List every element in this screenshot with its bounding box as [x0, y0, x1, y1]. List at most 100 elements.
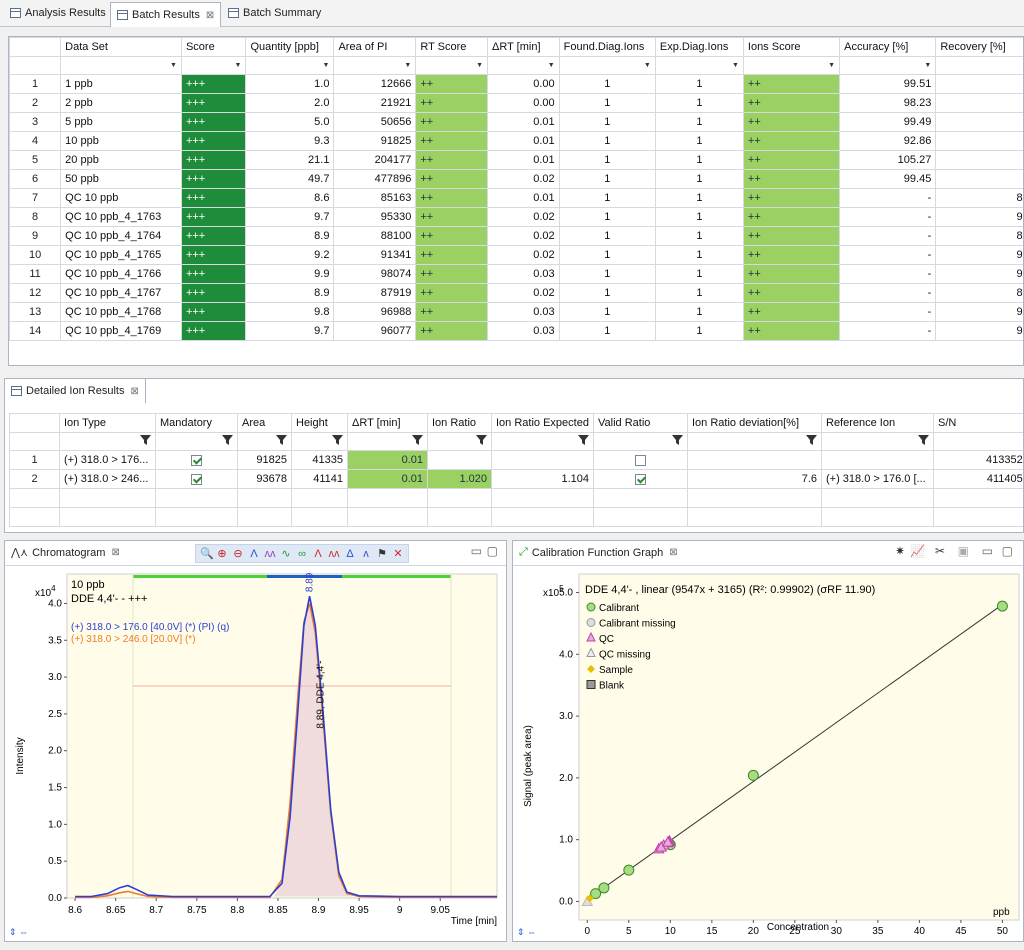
peak-outline-icon[interactable]: Δ	[344, 548, 356, 560]
dropdown-arrow-icon[interactable]: ▼	[924, 62, 931, 69]
filter-icon[interactable]	[672, 435, 683, 448]
peak-multi-icon[interactable]: ʌʌ	[264, 548, 276, 560]
column-filter[interactable]	[347, 432, 428, 451]
checkbox[interactable]	[191, 473, 202, 485]
table-row[interactable]: 520 ppb+++21.1204177++0.0111++105.27-	[9, 150, 1023, 170]
peak-green-icon[interactable]: ∿	[280, 548, 292, 560]
column-filter[interactable]	[59, 432, 156, 451]
table-row[interactable]: 11 QC 10 ppb_4_1766 +++ 9.9 98074 ++ 0.03 1 1 ++ -…	[9, 264, 1023, 284]
table-row[interactable]: 14 QC 10 ppb_4_1769 +++ 9.7 96077 ++ 0.03 1 1 ++ -…	[9, 321, 1023, 341]
filter-icon[interactable]	[476, 435, 487, 448]
table-cell[interactable]	[593, 450, 688, 470]
column-filter[interactable]	[155, 432, 238, 451]
dropdown-arrow-icon[interactable]: ▼	[548, 62, 555, 69]
calibrant-point[interactable]	[747, 769, 759, 781]
table-row[interactable]: 650 ppb+++49.7477896++0.0211++99.45-	[9, 169, 1023, 189]
column-filter[interactable]: ▼	[487, 56, 560, 75]
column-filter[interactable]: ▼	[839, 56, 937, 75]
dropdown-arrow-icon[interactable]: ▼	[323, 62, 330, 69]
filter-icon[interactable]	[222, 435, 233, 448]
zoom-in-icon[interactable]: ⊕	[216, 548, 228, 560]
peak-remove-icon[interactable]: ✕	[392, 548, 404, 560]
column-header[interactable]: RT Score	[415, 37, 488, 57]
column-filter[interactable]	[933, 432, 1023, 451]
column-filter[interactable]: ▼	[245, 56, 335, 75]
column-filter[interactable]: ▼	[415, 56, 488, 75]
settings-icon[interactable]: ✷	[895, 544, 905, 558]
filter-icon[interactable]	[332, 435, 343, 448]
table-row[interactable]: 9 QC 10 ppb_4_1764 +++ 8.9 88100 ++ 0.02 1 1 ++ -8…	[9, 226, 1023, 246]
calibrant-point[interactable]	[996, 600, 1008, 612]
dropdown-arrow-icon[interactable]: ▼	[732, 62, 739, 69]
column-header[interactable]: Data Set	[60, 37, 182, 57]
column-header[interactable]: Quantity [ppb]	[245, 37, 335, 57]
table-row[interactable]: 13 QC 10 ppb_4_1768 +++ 9.8 96988 ++ 0.03 1 1 ++ -…	[9, 302, 1023, 322]
maximize-icon[interactable]: ▢	[1002, 544, 1013, 558]
link-icon[interactable]: ∞	[296, 548, 308, 560]
peak-red-icon[interactable]: Λ	[312, 548, 324, 560]
column-header[interactable]: Ion Type	[59, 413, 156, 433]
column-filter[interactable]: ▼	[654, 56, 744, 75]
column-header[interactable]: Mandatory	[155, 413, 238, 433]
column-header[interactable]: Ion Ratio Expected	[491, 413, 594, 433]
column-header[interactable]: Found.Diag.Ions	[558, 37, 656, 57]
dropdown-arrow-icon[interactable]: ▼	[476, 62, 483, 69]
table-row[interactable]: 7QC 10 ppb+++8.685163++0.0111++-85.89	[9, 188, 1023, 208]
calibration-chart[interactable]: x105 DDE 4,4'- , linear (9547x + 3165) (…	[513, 566, 1023, 936]
table-row[interactable]: 11 ppb+++1.012666++0.0011++99.51-	[9, 74, 1023, 94]
column-header[interactable]: Recovery [%]	[935, 37, 1023, 57]
column-filter[interactable]: ▼	[935, 56, 1023, 75]
close-icon[interactable]: ⊠	[111, 547, 119, 558]
peaks-red-icon[interactable]: ʌʌ	[328, 548, 340, 560]
column-filter[interactable]	[491, 432, 594, 451]
tab-chromatogram[interactable]: ⋀⋏ Chromatogram ⊠	[5, 541, 126, 564]
column-filter[interactable]: ▼	[558, 56, 656, 75]
table-row[interactable]: 12 QC 10 ppb_4_1767 +++ 8.9 87919 ++ 0.02 1 1 ++ -…	[9, 283, 1023, 303]
column-header[interactable]: Ion Ratio deviation[%]	[687, 413, 822, 433]
tab-analysis-results[interactable]: Analysis Results	[4, 2, 112, 24]
column-filter[interactable]: ▼	[180, 56, 247, 75]
filter-icon[interactable]	[276, 435, 287, 448]
dropdown-arrow-icon[interactable]: ▼	[644, 62, 651, 69]
table-row[interactable]: 22 ppb+++2.021921++0.0011++98.23-	[9, 93, 1023, 113]
tab-detailed-ion-results[interactable]: Detailed Ion Results ⊠	[5, 379, 146, 403]
zoom-icon[interactable]: 🔍	[200, 548, 214, 560]
minimize-icon[interactable]: ▭	[471, 544, 482, 558]
checkbox[interactable]	[635, 473, 646, 485]
table-cell[interactable]	[155, 469, 238, 489]
column-header[interactable]: Valid Ratio	[593, 413, 688, 433]
tab-batch-summary[interactable]: Batch Summary	[222, 2, 327, 24]
dropdown-arrow-icon[interactable]: ▼	[828, 62, 835, 69]
column-header[interactable]: Ions Score	[742, 37, 841, 57]
maximize-icon[interactable]: ▢	[487, 544, 498, 558]
column-filter[interactable]: ▼	[333, 56, 417, 75]
column-filter[interactable]	[291, 432, 348, 451]
column-header[interactable]: Area	[237, 413, 292, 433]
filter-icon[interactable]	[918, 435, 929, 448]
column-header[interactable]	[9, 37, 62, 57]
table-row[interactable]: 35 ppb+++5.050656++0.0111++99.49-	[9, 112, 1023, 132]
minimize-icon[interactable]: ▭	[982, 544, 993, 558]
table-row[interactable]: 1(+) 318.0 > 176... 91825413350.01 4133523…	[9, 450, 1023, 470]
peak-blue-icon[interactable]: Λ	[248, 548, 260, 560]
axis-toggle-icon[interactable]: ⇕ ⇔	[517, 927, 536, 938]
table-row[interactable]: 10 QC 10 ppb_4_1765 +++ 9.2 91341 ++ 0.02 1 1 ++ -…	[9, 245, 1023, 265]
table-row[interactable]: 8 QC 10 ppb_4_1763 +++ 9.7 95330 ++ 0.02 1 1 ++ -9…	[9, 207, 1023, 227]
save-icon[interactable]: ▣	[958, 544, 969, 558]
calibrant-point[interactable]	[598, 882, 610, 894]
dropdown-arrow-icon[interactable]: ▼	[235, 62, 242, 69]
peak-label-icon[interactable]: ʌ	[360, 548, 372, 560]
column-header[interactable]: ΔRT [min]	[347, 413, 428, 433]
close-icon[interactable]: ⊠	[130, 386, 138, 397]
column-header[interactable]: ΔRT [min]	[487, 37, 560, 57]
filter-icon[interactable]	[412, 435, 423, 448]
column-header[interactable]: Score	[180, 37, 247, 57]
column-filter[interactable]	[821, 432, 934, 451]
column-filter[interactable]	[687, 432, 822, 451]
column-filter[interactable]	[593, 432, 688, 451]
column-header[interactable]: Reference Ion	[821, 413, 934, 433]
close-icon[interactable]: ⊠	[206, 10, 214, 21]
calibrant-point[interactable]	[623, 864, 635, 876]
peak-flag-icon[interactable]: ⚑	[376, 548, 388, 560]
table-cell[interactable]	[593, 469, 688, 489]
